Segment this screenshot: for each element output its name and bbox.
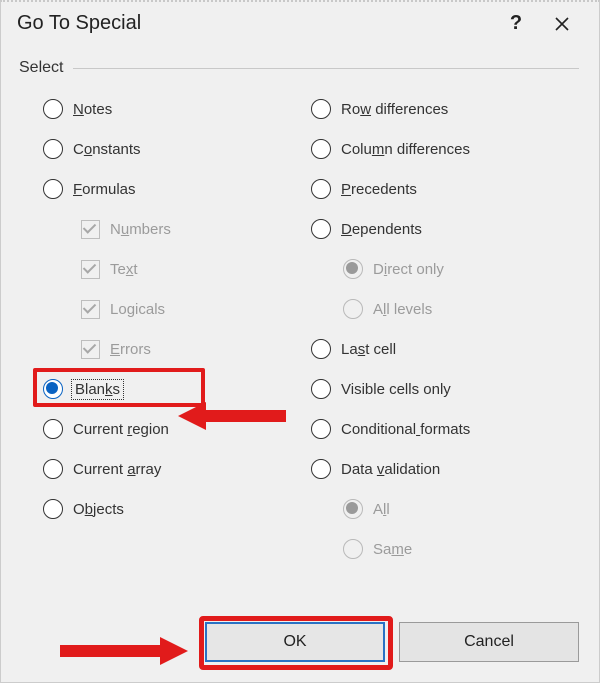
checkbox-errors: Errors: [81, 329, 311, 369]
option-label: Notes: [73, 101, 112, 118]
checkbox-icon: [81, 260, 100, 279]
option-last-cell[interactable]: Last cell: [311, 329, 579, 369]
option-formulas[interactable]: Formulas: [43, 169, 311, 209]
formulas-subgroup: Numbers Text Logicals Errors: [43, 209, 311, 369]
option-label: Current region: [73, 421, 169, 438]
close-icon: [554, 16, 570, 32]
option-precedents[interactable]: Precedents: [311, 169, 579, 209]
option-notes[interactable]: Notes: [43, 89, 311, 129]
options-columns: Notes Constants Formulas Numbers: [19, 83, 579, 569]
checkbox-icon: [81, 340, 100, 359]
ok-wrap: OK: [205, 622, 385, 662]
radio-icon: [311, 379, 331, 399]
option-conditional-formats[interactable]: Conditional formats: [311, 409, 579, 449]
option-label: Row differences: [341, 101, 448, 118]
option-column-differences[interactable]: Column differences: [311, 129, 579, 169]
option-blanks[interactable]: Blanks: [43, 369, 311, 409]
radio-icon: [311, 99, 331, 119]
radio-icon: [43, 419, 63, 439]
left-column: Notes Constants Formulas Numbers: [43, 89, 311, 569]
option-label: Objects: [73, 501, 124, 518]
ok-label: OK: [283, 633, 306, 651]
option-current-array[interactable]: Current array: [43, 449, 311, 489]
option-label: Conditional formats: [341, 421, 470, 438]
checkbox-label: Logicals: [110, 301, 165, 318]
option-row-differences[interactable]: Row differences: [311, 89, 579, 129]
radio-icon: [343, 499, 363, 519]
option-label: Visible cells only: [341, 381, 451, 398]
checkbox-label: Text: [110, 261, 138, 278]
radio-icon: [311, 139, 331, 159]
option-label: Same: [373, 541, 412, 558]
radio-icon: [311, 219, 331, 239]
radio-icon: [311, 459, 331, 479]
radio-icon: [43, 459, 63, 479]
option-label: Direct only: [373, 261, 444, 278]
option-same: Same: [343, 529, 579, 569]
group-divider: [73, 68, 579, 69]
option-label: Precedents: [341, 181, 417, 198]
option-label: Blanks: [73, 381, 122, 398]
option-visible-cells[interactable]: Visible cells only: [311, 369, 579, 409]
radio-icon: [311, 339, 331, 359]
checkbox-label: Numbers: [110, 221, 171, 238]
button-row: OK Cancel: [1, 622, 599, 682]
option-label: Formulas: [73, 181, 136, 198]
option-all: All: [343, 489, 579, 529]
checkbox-numbers: Numbers: [81, 209, 311, 249]
go-to-special-dialog: Go To Special ? Select Notes Constants: [0, 0, 600, 683]
right-column: Row differences Column differences Prece…: [311, 89, 579, 569]
radio-icon: [311, 179, 331, 199]
option-label: Column differences: [341, 141, 470, 158]
group-label: Select: [19, 59, 579, 77]
option-dependents[interactable]: Dependents: [311, 209, 579, 249]
radio-icon: [43, 499, 63, 519]
option-label: Data validation: [341, 461, 440, 478]
titlebar: Go To Special ?: [1, 2, 599, 45]
option-direct-only: Direct only: [343, 249, 579, 289]
radio-icon: [43, 139, 63, 159]
option-data-validation[interactable]: Data validation: [311, 449, 579, 489]
option-label: Constants: [73, 141, 141, 158]
cancel-button[interactable]: Cancel: [399, 622, 579, 662]
ok-button[interactable]: OK: [205, 622, 385, 662]
dialog-title: Go To Special: [17, 12, 493, 35]
dependents-subgroup: Direct only All levels: [311, 249, 579, 329]
cancel-label: Cancel: [464, 633, 514, 651]
checkbox-logicals: Logicals: [81, 289, 311, 329]
checkbox-label: Errors: [110, 341, 151, 358]
radio-icon: [343, 259, 363, 279]
checkbox-icon: [81, 220, 100, 239]
radio-icon: [343, 539, 363, 559]
close-button[interactable]: [539, 16, 585, 32]
option-objects[interactable]: Objects: [43, 489, 311, 529]
radio-icon: [43, 179, 63, 199]
help-icon: ?: [510, 12, 522, 35]
help-button[interactable]: ?: [493, 12, 539, 35]
radio-icon: [311, 419, 331, 439]
option-all-levels: All levels: [343, 289, 579, 329]
option-label: All: [373, 501, 390, 518]
checkbox-text: Text: [81, 249, 311, 289]
group-label-text: Select: [19, 59, 63, 77]
option-label: Last cell: [341, 341, 396, 358]
radio-icon: [43, 99, 63, 119]
radio-icon: [343, 299, 363, 319]
option-label: Dependents: [341, 221, 422, 238]
option-constants[interactable]: Constants: [43, 129, 311, 169]
checkbox-icon: [81, 300, 100, 319]
option-label: Current array: [73, 461, 161, 478]
validation-subgroup: All Same: [311, 489, 579, 569]
option-current-region[interactable]: Current region: [43, 409, 311, 449]
dialog-body: Select Notes Constants Formulas: [1, 45, 599, 622]
option-label: All levels: [373, 301, 432, 318]
radio-icon: [43, 379, 63, 399]
